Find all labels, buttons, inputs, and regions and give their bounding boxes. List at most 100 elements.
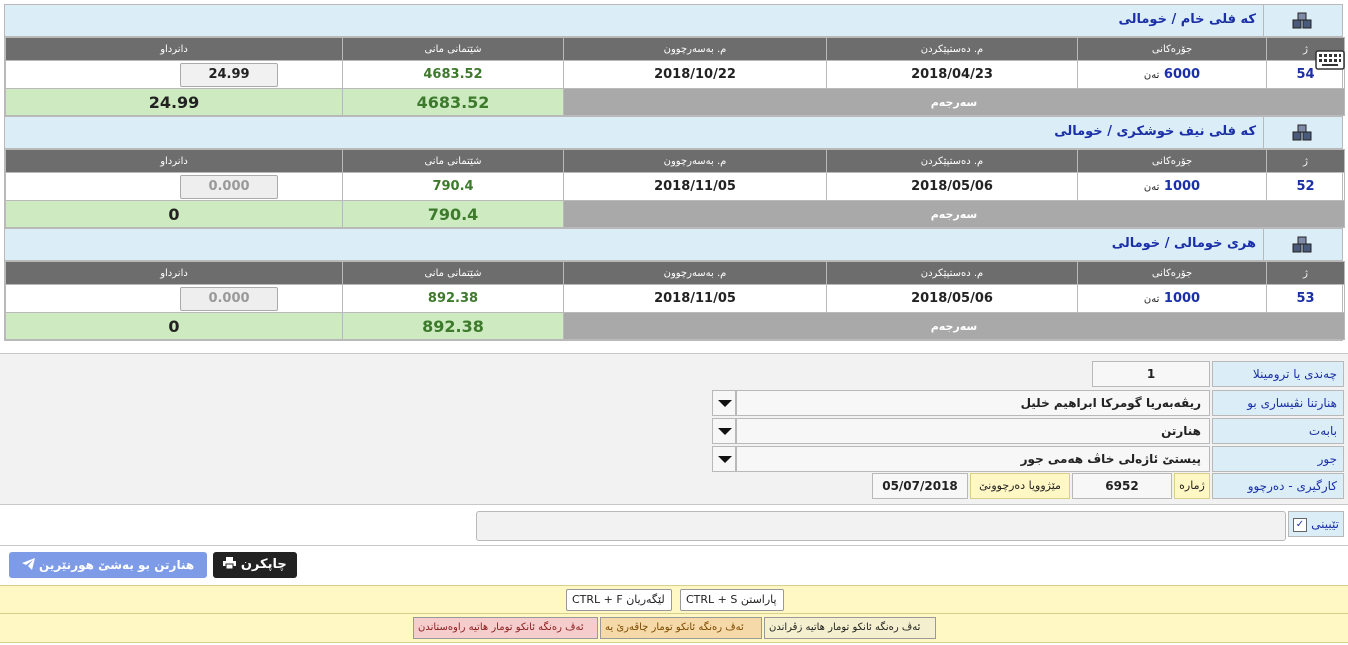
recipient-select[interactable]: ريڤەبەریا گومركا ابراهیم خلیل xyxy=(736,390,1210,416)
topic-select[interactable]: هنارتن xyxy=(736,418,1210,444)
table-row: 54 6000 تەن 2018/04/23 2018/10/22 4683.5… xyxy=(5,60,1345,89)
outgoing-row: كارگیری - دەرچوو ژمارە 6952 مێژوویا دەرچ… xyxy=(870,473,1344,499)
table-header: ژ جۆرەکانی م. دەستپێکردن م. بەسەرچوون شێ… xyxy=(5,37,1345,61)
row-end-date: 2018/10/22 xyxy=(563,60,827,89)
print-button[interactable]: چاپكرن xyxy=(213,552,297,578)
sum-row: سەرجەم 892.38 0 xyxy=(5,312,1345,340)
col-num: ژ xyxy=(1266,261,1345,285)
copies-input[interactable]: 1 xyxy=(1092,361,1210,387)
quantity-value: 6000 xyxy=(1163,67,1201,82)
row-quantity: 1000 تەن xyxy=(1077,284,1267,313)
table-row: 52 1000 تەن 2018/05/06 2018/11/05 790.4 … xyxy=(5,172,1345,201)
amount-input[interactable]: 24.99 xyxy=(180,62,278,87)
col-type: جۆرەکانی xyxy=(1077,261,1267,285)
col-national-value: شێتمانی مانی xyxy=(342,37,564,61)
section-icon-cell xyxy=(1263,5,1342,36)
col-end-date: م. بەسەرچوون xyxy=(563,37,827,61)
topic-dropdown-icon[interactable] xyxy=(712,418,736,444)
legend-stopped: ئەڤ رەنگە ئانكو تومار هاتیە راوەستاندن xyxy=(413,617,598,639)
kind-select[interactable]: پیستێ ئاژەلی خاڤ هەمی جور xyxy=(736,446,1210,472)
row-value: 892.38 xyxy=(342,284,564,313)
copies-row: چەندی یا ترومینلا 1 xyxy=(1089,361,1344,387)
notes-checkbox[interactable]: ✓ xyxy=(1293,518,1307,532)
sum-value: 4683.52 xyxy=(342,88,564,116)
row-amount-cell: 0.000 xyxy=(5,284,343,313)
date-value: 05/07/2018 xyxy=(872,473,968,499)
notes-label-text: تێبینی xyxy=(1311,517,1339,531)
col-start-date: م. دەستپێکردن xyxy=(826,261,1078,285)
col-national-value: شێتمانی مانی xyxy=(342,261,564,285)
date-label: مێژوویا دەرچوونێ xyxy=(970,473,1070,499)
send-button[interactable]: هنارتن بو بەشێ هورنێرین xyxy=(9,552,207,578)
products-panel: كه فلی خام / خومالی ژ جۆرەکانی م. دەستپێ… xyxy=(4,4,1345,341)
product-section: كه فلی نیف خوشكری / خومالی ژ جۆرەکانی م.… xyxy=(4,117,1345,229)
section-header: هری خومالی / خومالی xyxy=(5,229,1342,261)
row-value: 4683.52 xyxy=(342,60,564,89)
product-section: هری خومالی / خومالی ژ جۆرەکانی م. دەستپێ… xyxy=(4,229,1345,341)
sum-amount: 24.99 xyxy=(5,88,343,116)
sum-row: سەرجەم 790.4 0 xyxy=(5,200,1345,228)
kind-label: جور xyxy=(1212,446,1344,472)
send-button-label: هنارتن بو بەشێ هورنێرین xyxy=(39,558,195,572)
section-header: كه فلی خام / خومالی xyxy=(5,5,1342,37)
section-icon-cell xyxy=(1263,117,1342,148)
col-type: جۆرەکانی xyxy=(1077,149,1267,173)
row-end-date: 2018/11/05 xyxy=(563,172,827,201)
table-header: ژ جۆرەکانی م. دەستپێکردن م. بەسەرچوون شێ… xyxy=(5,149,1345,173)
save-shortcut[interactable]: CTRL + S پاراستن xyxy=(680,589,784,611)
row-amount-cell: 24.99 xyxy=(5,60,343,89)
number-value: 6952 xyxy=(1072,473,1172,499)
col-type: جۆرەکانی xyxy=(1077,37,1267,61)
quantity-value: 1000 xyxy=(1163,291,1201,306)
boxes-icon xyxy=(1292,236,1312,253)
recipient-row: هنارتنا نڤیساری بو ريڤەبەریا گومركا ابرا… xyxy=(712,390,1344,416)
printer-icon xyxy=(223,557,237,570)
row-num[interactable]: 52 xyxy=(1266,172,1345,201)
row-end-date: 2018/11/05 xyxy=(563,284,827,313)
sum-label: سەرجەم xyxy=(563,312,1345,340)
topic-row: بابەت هنارتن xyxy=(712,418,1344,444)
send-icon xyxy=(21,558,35,570)
row-num[interactable]: 53 xyxy=(1266,284,1345,313)
col-num: ژ xyxy=(1266,149,1345,173)
keyboard-icon[interactable] xyxy=(1315,48,1345,72)
section-header: كه فلی نیف خوشكری / خومالی xyxy=(5,117,1342,149)
boxes-icon xyxy=(1292,12,1312,29)
notes-label[interactable]: ✓ تێبینی xyxy=(1288,511,1344,537)
row-start-date: 2018/05/06 xyxy=(826,284,1078,313)
col-end-date: م. بەسەرچوون xyxy=(563,261,827,285)
notes-textarea[interactable] xyxy=(476,511,1286,541)
kind-dropdown-icon[interactable] xyxy=(712,446,736,472)
section-icon-cell xyxy=(1263,229,1342,260)
recipient-label: هنارتنا نڤیساری بو xyxy=(1212,390,1344,416)
row-value: 790.4 xyxy=(342,172,564,201)
dispatch-form: چەندی یا ترومینلا 1 هنارتنا نڤیساری بو ر… xyxy=(0,353,1348,505)
boxes-icon xyxy=(1292,124,1312,141)
find-shortcut[interactable]: CTRL + F لێگەریان xyxy=(566,589,672,611)
section-title: كه فلی نیف خوشكری / خومالی xyxy=(1054,124,1256,139)
action-bar: هنارتن بو بەشێ هورنێرین چاپكرن xyxy=(0,547,1348,583)
sum-row: سەرجەم 4683.52 24.99 xyxy=(5,88,1345,116)
amount-input[interactable]: 0.000 xyxy=(180,286,278,311)
col-amount: دانرداو xyxy=(5,261,343,285)
print-button-label: چاپكرن xyxy=(240,557,287,572)
amount-input[interactable]: 0.000 xyxy=(180,174,278,199)
col-amount: دانرداو xyxy=(5,37,343,61)
row-amount-cell: 0.000 xyxy=(5,172,343,201)
row-start-date: 2018/04/23 xyxy=(826,60,1078,89)
number-label: ژمارە xyxy=(1174,473,1210,499)
col-national-value: شێتمانی مانی xyxy=(342,149,564,173)
legend-bar: ئەڤ رەنگە ئانكو تومار هاتیە زڤراندن ئەڤ … xyxy=(0,613,1348,643)
legend-returned: ئەڤ رەنگە ئانكو تومار هاتیە زڤراندن xyxy=(764,617,936,639)
sum-amount: 0 xyxy=(5,312,343,340)
recipient-dropdown-icon[interactable] xyxy=(712,390,736,416)
legend-pending: ئەڤ رەنگە ئانكو تومار چاڤەرێ یە xyxy=(600,617,762,639)
sum-label: سەرجەم xyxy=(563,88,1345,116)
section-title: كه فلی خام / خومالی xyxy=(1118,12,1256,27)
col-start-date: م. دەستپێکردن xyxy=(826,149,1078,173)
quantity-unit: تەن xyxy=(1143,182,1160,193)
sum-amount: 0 xyxy=(5,200,343,228)
sum-value: 892.38 xyxy=(342,312,564,340)
row-quantity: 1000 تەن xyxy=(1077,172,1267,201)
notes-row: ✓ تێبینی xyxy=(0,505,1348,546)
